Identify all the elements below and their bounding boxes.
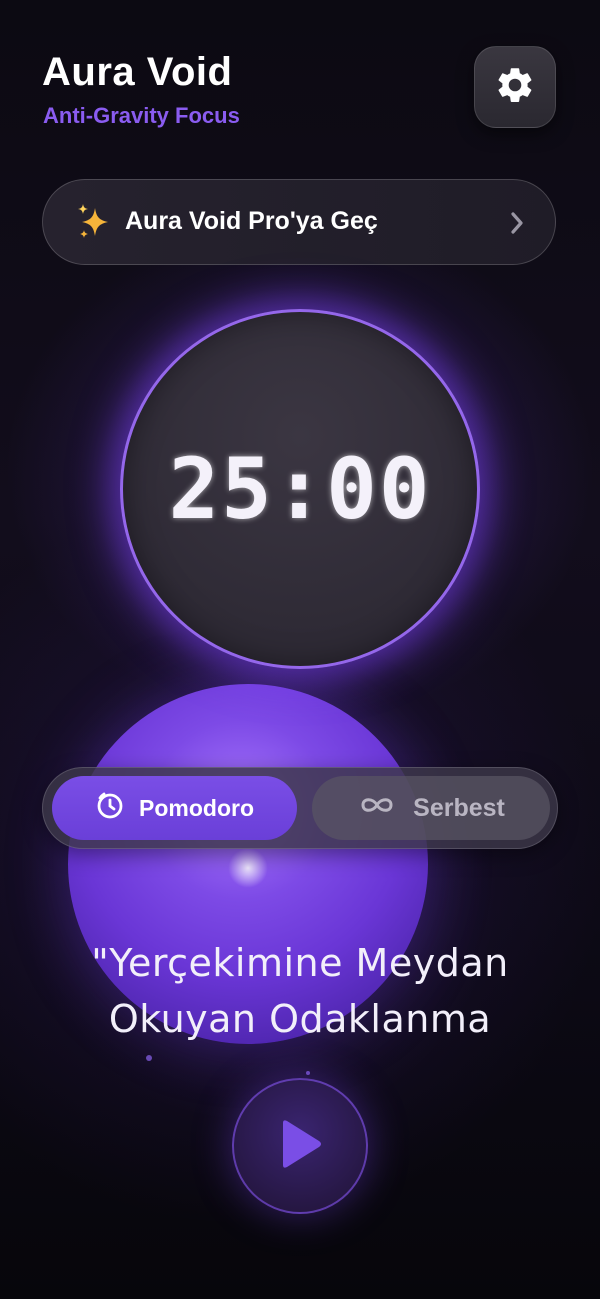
play-button[interactable] xyxy=(232,1078,368,1214)
mode-serbest-button[interactable]: Serbest xyxy=(312,776,550,840)
app-screen: Aura Void Anti-Gravity Focus Aura Void P… xyxy=(0,0,600,1299)
gear-icon xyxy=(494,64,536,111)
chevron-right-icon xyxy=(509,210,525,241)
mode-serbest-label: Serbest xyxy=(413,793,505,822)
pro-banner-label: Aura Void Pro'ya Geç xyxy=(125,207,378,235)
focus-quote: "Yerçekimine Meydan Okuyan Odaklanma xyxy=(0,935,600,1047)
mode-pomodoro-button[interactable]: Pomodoro xyxy=(52,776,297,840)
particle xyxy=(306,1071,310,1075)
pro-upgrade-banner[interactable]: Aura Void Pro'ya Geç xyxy=(42,179,556,265)
mode-pomodoro-label: Pomodoro xyxy=(139,794,254,821)
infinity-icon xyxy=(357,794,397,823)
quote-line-2: Okuyan Odaklanma xyxy=(108,997,492,1041)
timer-icon xyxy=(95,790,125,826)
settings-button[interactable] xyxy=(474,46,556,128)
app-title: Aura Void xyxy=(42,50,233,94)
app-subtitle: Anti-Gravity Focus xyxy=(43,103,240,128)
orb-highlight xyxy=(228,848,268,888)
sparkle-icon xyxy=(75,202,111,247)
timer-display: 25:00 xyxy=(168,440,432,538)
play-icon xyxy=(275,1117,325,1176)
particle xyxy=(146,1055,152,1061)
timer-dial[interactable]: 25:00 xyxy=(120,309,480,669)
quote-line-1: "Yerçekimine Meydan xyxy=(91,941,509,985)
